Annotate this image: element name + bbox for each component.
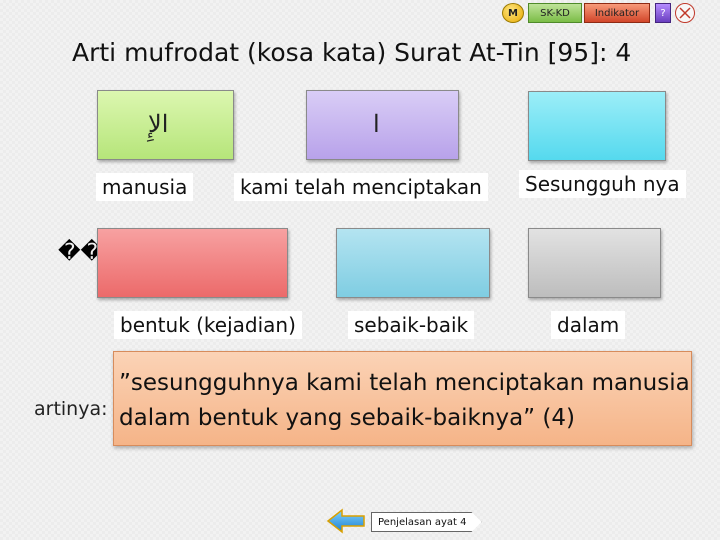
meaning-label: bentuk (kejadian) — [114, 311, 302, 339]
translation-box — [113, 351, 692, 446]
meaning-label: sebaik-baik — [348, 311, 475, 339]
word-box-dalam[interactable] — [528, 228, 661, 298]
nav-sk-kd-button[interactable]: SK-KD — [528, 3, 582, 23]
explanation-button[interactable]: Penjelasan ayat 4 — [371, 512, 482, 532]
nav-help-button[interactable]: ? — [655, 3, 671, 23]
close-icon[interactable] — [675, 3, 695, 23]
page-title: Arti mufrodat (kosa kata) Surat At-Tin [… — [72, 38, 632, 67]
word-box-kami-telah-menciptakan[interactable] — [306, 90, 459, 160]
arabic-word: ﺍ — [373, 110, 380, 138]
arrow-left-icon[interactable] — [326, 508, 366, 534]
meaning-label: manusia — [96, 173, 194, 201]
word-box-sebaik-baik[interactable] — [336, 228, 490, 298]
meaning-label: dalam — [551, 311, 626, 339]
meaning-label: kami telah menciptakan — [234, 173, 488, 201]
nav-m-button[interactable]: M — [502, 3, 524, 23]
word-box-bentuk[interactable] — [97, 228, 288, 298]
word-box-sesungguhnya[interactable] — [528, 91, 666, 161]
meaning-label: Sesungguh nya — [519, 170, 686, 198]
translation-line-1: ”sesungguhnya kami telah menciptakan man… — [119, 370, 690, 396]
nav-indikator-button[interactable]: Indikator — [584, 3, 650, 23]
artinya-label: artinya: — [34, 398, 108, 420]
translation-line-2: dalam bentuk yang sebaik-baiknya” (4) — [119, 405, 575, 431]
arabic-word: ﺍﻹِ — [148, 110, 169, 138]
